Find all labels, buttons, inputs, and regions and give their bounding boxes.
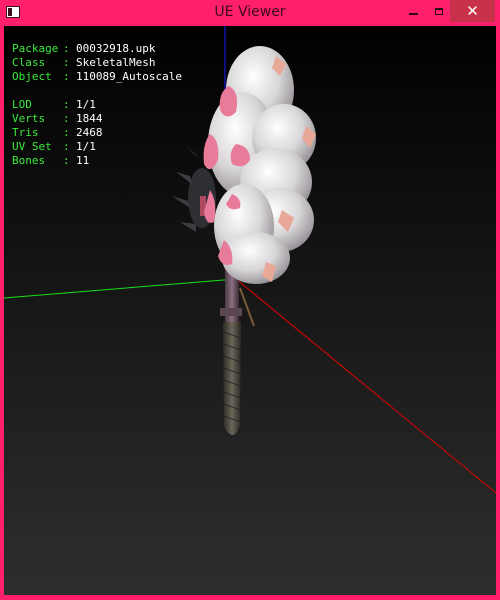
close-icon: ✕ — [466, 2, 479, 20]
info-value: 2468 — [76, 126, 103, 139]
info-separator: : — [63, 70, 70, 83]
mesh-cloud-head — [203, 46, 316, 284]
info-key: Bones — [12, 154, 46, 167]
info-separator: : — [63, 42, 70, 55]
info-key: Object — [12, 70, 52, 83]
info-key: UV Set — [12, 140, 52, 153]
info-value: SkeletalMesh — [76, 56, 156, 69]
info-row-bones: Bones:11 — [12, 154, 182, 168]
maximize-button[interactable] — [426, 0, 452, 22]
title-bar[interactable]: UE Viewer ✕ — [0, 0, 500, 26]
info-separator: : — [63, 98, 70, 111]
info-row-lod: LOD:1/1 — [12, 98, 182, 112]
3d-viewport[interactable]: Package:00032918.upk Class: SkeletalMesh … — [4, 26, 496, 595]
mesh-guard — [220, 308, 242, 316]
info-key: Class — [12, 56, 46, 69]
info-value: 11 — [76, 154, 90, 167]
info-separator: : — [63, 56, 70, 69]
info-key: LOD — [12, 98, 32, 111]
info-separator: : — [63, 112, 70, 125]
mesh-strap — [239, 287, 255, 327]
info-value: 1844 — [76, 112, 103, 125]
info-row-package: Package:00032918.upk — [12, 42, 182, 56]
info-value: 1/1 — [76, 140, 96, 153]
maximize-icon — [435, 7, 443, 15]
info-separator: : — [63, 140, 70, 153]
info-key: Tris — [12, 126, 39, 139]
info-value: 1/1 — [76, 98, 96, 111]
mesh-info-overlay: Package:00032918.upk Class: SkeletalMesh … — [12, 42, 182, 168]
info-separator: : — [63, 126, 70, 139]
close-button[interactable]: ✕ — [450, 0, 495, 22]
info-row-verts: Verts:1844 — [12, 112, 182, 126]
x-axis-line — [235, 278, 496, 494]
info-row-tris: Tris:2468 — [12, 126, 182, 140]
minimize-button[interactable] — [400, 0, 426, 22]
info-value: 110089_Autoscale — [76, 70, 182, 83]
mesh-grip — [223, 322, 241, 435]
info-key: Verts — [12, 112, 46, 125]
info-value: 00032918.upk — [76, 42, 156, 55]
info-separator: : — [63, 154, 70, 167]
y-axis-line — [4, 278, 237, 299]
minimize-icon — [408, 13, 418, 15]
info-row-uv-set: UV Set:1/1 — [12, 140, 182, 154]
info-row-object: Object:110089_Autoscale — [12, 70, 182, 84]
info-key: Package — [12, 42, 59, 55]
info-row-class: Class: SkeletalMesh — [12, 56, 182, 70]
ue-viewer-window: UE Viewer ✕ Package: 00032918.upk Class… — [0, 0, 500, 600]
